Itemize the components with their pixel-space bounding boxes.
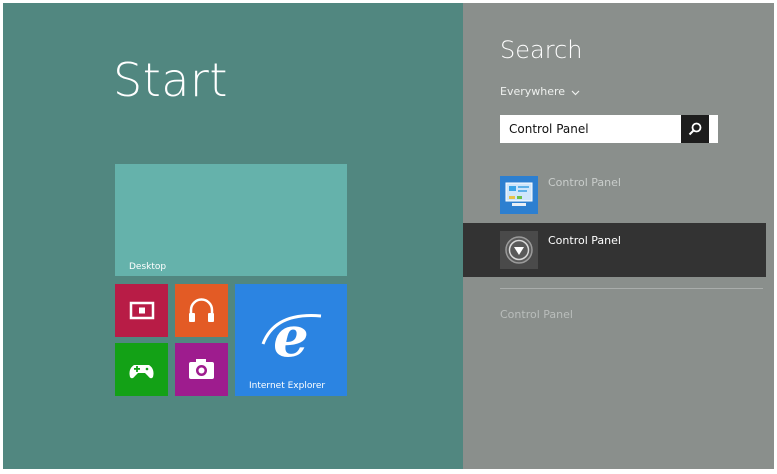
search-icon	[688, 122, 702, 136]
camera-tile[interactable]	[175, 343, 228, 396]
video-icon	[129, 301, 155, 320]
control-panel-icon	[500, 176, 538, 214]
search-pane: Search Everywhere Control Panel Control …	[463, 3, 774, 469]
music-tile[interactable]	[175, 284, 228, 337]
search-scope-dropdown[interactable]: Everywhere	[500, 85, 580, 98]
settings-dial-icon	[500, 231, 538, 269]
video-tile[interactable]	[115, 284, 168, 337]
game-controller-icon	[129, 365, 154, 379]
camera-icon	[189, 359, 214, 379]
start-screen: Start Desktop e Internet Explorer	[3, 3, 463, 469]
search-result-label: Control Panel	[548, 176, 621, 189]
search-result-label: Control Panel	[548, 234, 621, 247]
search-result-item[interactable]: Control Panel	[463, 171, 766, 219]
games-tile[interactable]	[115, 343, 168, 396]
internet-explorer-tile[interactable]: e Internet Explorer	[235, 284, 347, 396]
search-scope-label: Everywhere	[500, 85, 566, 98]
search-result-item-selected[interactable]: Control Panel	[463, 223, 766, 277]
internet-explorer-tile-label: Internet Explorer	[249, 381, 326, 391]
results-divider	[500, 288, 763, 289]
chevron-down-icon	[571, 90, 580, 95]
start-title: Start	[113, 53, 228, 107]
desktop-tile-label: Desktop	[129, 262, 167, 272]
search-button[interactable]	[681, 115, 709, 143]
desktop-tile[interactable]: Desktop	[115, 164, 347, 276]
internet-explorer-icon: e	[261, 304, 322, 370]
search-input[interactable]	[500, 115, 710, 143]
svg-text:e: e	[273, 304, 309, 370]
headphones-icon	[189, 298, 214, 322]
windows-screen: Start Desktop e Internet Explorer Search…	[3, 3, 774, 469]
search-title: Search	[500, 36, 583, 64]
settings-results-link[interactable]: Control Panel	[500, 308, 573, 321]
